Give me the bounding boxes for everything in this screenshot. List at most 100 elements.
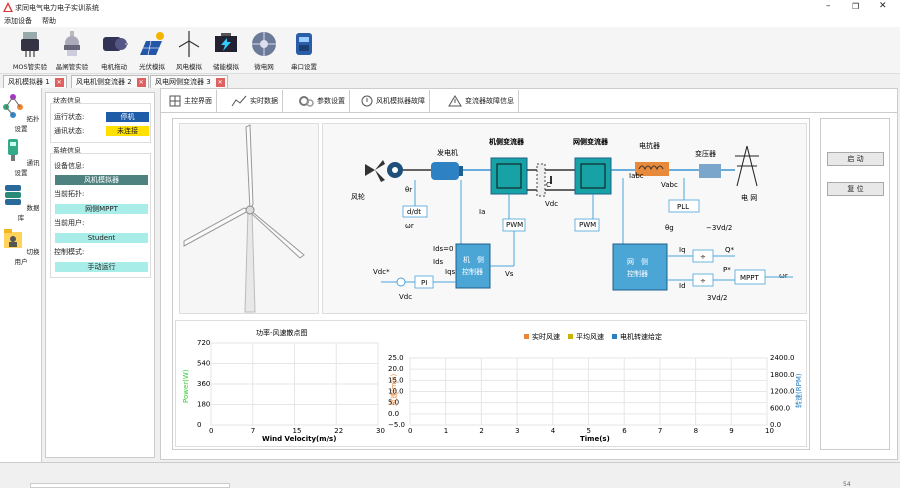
title-bar: 求同电气电力电子实训系统 – ❐ ✕ — [0, 0, 900, 15]
minimize-button[interactable]: – — [826, 1, 831, 11]
svg-text:Vdc*: Vdc* — [373, 268, 390, 276]
tab-parameters[interactable]: 参数设置 — [294, 90, 350, 112]
battery-icon — [215, 33, 237, 52]
transformer-icon — [699, 164, 721, 178]
start-button[interactable]: 启 动 — [827, 152, 884, 166]
menu-help[interactable]: 帮助 — [42, 16, 56, 26]
status-bar: 54 — [0, 462, 900, 488]
tool-pv-simulation[interactable]: 光伏模拟 — [132, 29, 172, 73]
menu-add-device[interactable]: 添加设备 — [4, 16, 32, 26]
svg-text:变压器: 变压器 — [695, 149, 716, 158]
maximize-button[interactable]: ❐ — [852, 2, 859, 11]
app-logo-icon — [3, 2, 13, 12]
close-icon[interactable]: ✕ — [54, 78, 64, 87]
system-group: 设备信息: 风机模拟器 当前拓扑: 网侧MPPT 当前用户: Student 控… — [50, 153, 151, 278]
sidebar-item-database[interactable]: 数据库 — [2, 182, 40, 222]
database-icon — [5, 185, 22, 205]
tab-converter-fault[interactable]: 变流器故障信息 — [444, 90, 519, 112]
right-x-tick: 3 — [515, 427, 519, 435]
sidebar-item-topology[interactable]: 拓扑设置 — [2, 93, 40, 133]
doc-tab-grid-converter[interactable]: 风电网侧变流器 3 ✕ — [150, 75, 228, 88]
right-chart-ylabel-right: 转速(RPM) — [794, 373, 803, 408]
right-y-tick-right: 1200.0 — [770, 388, 795, 396]
svg-text:3Vd/2: 3Vd/2 — [707, 294, 728, 302]
left-y-tick: 0 — [197, 421, 201, 429]
svg-text:ωr: ωr — [779, 272, 788, 280]
topology-value: 网侧MPPT — [55, 204, 148, 214]
user-switch-icon — [4, 229, 23, 248]
right-y-tick-left: 10.0 — [388, 388, 404, 396]
gear-icon — [299, 96, 314, 107]
svg-text:控制器: 控制器 — [627, 269, 648, 278]
tool-thyristor-experiment[interactable]: 晶闸管实验 — [52, 29, 92, 73]
right-x-tick: 1 — [444, 427, 448, 435]
tab-simulator-fault[interactable]: 风机模拟器故障 — [357, 90, 430, 112]
sidebar-item-switch-user[interactable]: 切换用户 — [2, 226, 40, 266]
svg-text:θg: θg — [665, 224, 674, 232]
left-x-tick: 22 — [334, 427, 343, 435]
svg-text:Q*: Q* — [725, 246, 735, 254]
tool-motor-drive[interactable]: 电机拖动 — [94, 29, 134, 73]
right-y-tick-right: 0.0 — [770, 421, 781, 429]
right-y-tick-left: 5.0 — [388, 399, 399, 407]
svg-text:电抗器: 电抗器 — [639, 141, 660, 150]
run-status-badge: 停机 — [106, 112, 149, 122]
doc-tab-wind-simulator[interactable]: 风机模拟器 1 ✕ — [3, 75, 67, 88]
legend-swatch-speed-setpoint — [612, 334, 617, 339]
svg-text:PI: PI — [421, 279, 427, 287]
right-y-tick-left: 20.0 — [388, 365, 404, 373]
svg-text:d/dt: d/dt — [407, 208, 421, 216]
left-x-tick: 0 — [209, 427, 213, 435]
right-x-tick: 0 — [408, 427, 412, 435]
svg-text:Ia: Ia — [479, 208, 485, 216]
tool-wind-simulation[interactable]: 风电模拟 — [169, 29, 209, 73]
right-y-tick-right: 2400.0 — [770, 354, 795, 362]
document-tabs: 风机模拟器 1 ✕ 风电机侧变流器 2 ✕ 风电网侧变流器 3 ✕ — [0, 74, 900, 88]
svg-text:控制器: 控制器 — [462, 267, 483, 276]
svg-text:−3Vd/2: −3Vd/2 — [706, 224, 732, 232]
svg-text:PWM: PWM — [506, 221, 523, 229]
tool-mos-experiment[interactable]: MOS管实验 — [10, 29, 50, 73]
gearbox-icon — [387, 162, 403, 178]
svg-text:网侧变流器: 网侧变流器 — [573, 137, 609, 146]
left-y-tick: 180 — [197, 401, 210, 409]
right-chart-xlabel: Time(s) — [580, 435, 610, 443]
reset-button[interactable]: 复 位 — [827, 182, 884, 196]
left-x-tick: 7 — [251, 427, 255, 435]
control-panel: 启 动 复 位 — [820, 118, 890, 450]
grid-controller-block — [612, 243, 668, 291]
status-field — [30, 483, 230, 488]
tool-microgrid[interactable]: 微电网 — [244, 29, 284, 73]
svg-text:Ids=0: Ids=0 — [433, 245, 453, 253]
svg-text:Vs: Vs — [505, 270, 514, 278]
close-icon[interactable]: ✕ — [215, 78, 225, 87]
legend-average-wind: 平均风速 — [576, 332, 604, 341]
tab-realtime-data[interactable]: 实时数据 — [227, 90, 283, 112]
wind-turbine-drawing — [183, 124, 305, 313]
svg-text:Vdc: Vdc — [399, 293, 412, 301]
tool-storage-simulation[interactable]: 储能模拟 — [206, 29, 246, 73]
wind-rotor — [365, 160, 385, 182]
right-x-tick: 6 — [622, 427, 627, 435]
right-y-tick-left: 25.0 — [388, 354, 404, 362]
tab-main-control[interactable]: 主控界面 — [165, 90, 217, 112]
close-icon[interactable]: ✕ — [136, 78, 146, 87]
svg-text:÷: ÷ — [700, 277, 706, 285]
alert-circle-icon — [361, 95, 373, 107]
close-button[interactable]: ✕ — [879, 1, 887, 11]
tool-serial-settings[interactable]: 串口设置 — [284, 29, 324, 73]
sidebar-item-comm[interactable]: 通讯设置 — [2, 137, 40, 177]
legend-speed-setpoint: 电机转速给定 — [620, 332, 662, 341]
doc-tab-machine-converter[interactable]: 风电机侧变流器 2 ✕ — [71, 75, 149, 88]
left-y-tick: 720 — [197, 339, 210, 347]
mosfet-icon — [21, 32, 39, 57]
label-wind: 风轮 — [351, 192, 365, 201]
svg-text:电 网: 电 网 — [741, 193, 757, 202]
svg-text:Vdc: Vdc — [545, 200, 558, 208]
svg-text:Iq: Iq — [679, 246, 686, 254]
mode-value: 手动运行 — [55, 262, 148, 272]
grid-icon — [169, 95, 181, 107]
svg-text:发电机: 发电机 — [437, 148, 458, 157]
power-tower-icon — [735, 145, 759, 187]
motor-icon — [103, 37, 128, 51]
